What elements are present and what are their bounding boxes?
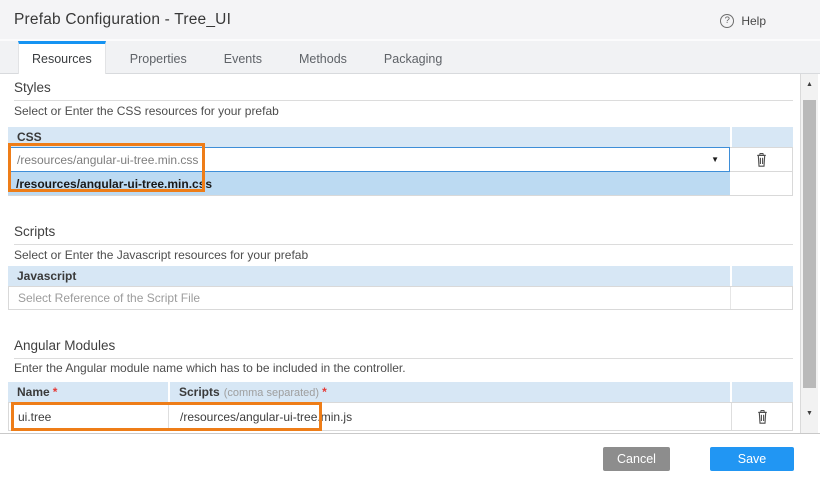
delete-module-button[interactable] [753,407,772,427]
required-marker: * [322,385,327,399]
delete-css-resource-button[interactable] [752,150,771,170]
scroll-down-arrow-icon[interactable]: ▼ [801,405,818,421]
angular-modules-table-header: Name* Scripts(comma separated)* [8,382,793,402]
javascript-column-header: Javascript [8,269,730,283]
javascript-row-action-cell [730,287,792,309]
help-button[interactable]: ? Help [720,0,766,41]
tab-packaging[interactable]: Packaging [371,41,455,73]
trash-icon [755,409,770,425]
css-row-action-cell [730,147,793,172]
css-resource-row: /resources/angular-ui-tree.min.css ▼ [8,147,793,172]
module-row-action-cell [731,403,792,430]
javascript-resource-input[interactable]: Select Reference of the Script File [9,287,730,309]
css-resource-select-value: /resources/angular-ui-tree.min.css [17,153,711,167]
javascript-resource-row: Select Reference of the Script File [8,286,793,310]
tab-methods[interactable]: Methods [286,41,360,73]
dialog-titlebar: Prefab Configuration - Tree_UI ? Help [0,0,820,41]
dialog-footer: Cancel Save [0,433,820,489]
scripts-section-description: Select or Enter the Javascript resources… [14,248,308,262]
help-icon: ? [720,14,734,28]
tab-properties[interactable]: Properties [117,41,200,73]
module-row: ui.tree /resources/angular-ui-tree.min.j… [8,402,793,431]
tab-resources[interactable]: Resources [18,41,106,74]
scrollbar-thumb[interactable] [803,100,816,388]
styles-section-description: Select or Enter the CSS resources for yo… [14,104,279,118]
trash-icon [754,152,769,168]
scripts-column-header: Scripts(comma separated)* [170,385,730,399]
chevron-down-icon: ▼ [711,155,719,164]
vertical-scrollbar[interactable]: ▲ ▼ [800,74,818,433]
resources-panel: Styles Select or Enter the CSS resources… [0,74,800,433]
css-resource-select[interactable]: /resources/angular-ui-tree.min.css ▼ [8,147,730,172]
cancel-button[interactable]: Cancel [603,447,670,471]
css-column-header: CSS [8,130,730,144]
scripts-section-heading: Scripts [14,224,793,245]
dialog-title: Prefab Configuration - Tree_UI [14,11,231,29]
name-column-header: Name* [8,385,168,399]
javascript-resources-table: Javascript Select Reference of the Scrip… [8,266,793,310]
angular-modules-section-heading: Angular Modules [14,338,793,359]
help-label: Help [741,14,766,28]
scripts-column-note: (comma separated) [224,387,319,399]
angular-modules-table: Name* Scripts(comma separated)* ui.tree … [8,382,793,431]
tab-bar: Resources Properties Events Methods Pack… [0,41,820,74]
angular-modules-section-description: Enter the Angular module name which has … [14,361,406,375]
css-dropdown-list: /resources/angular-ui-tree.min.css [8,172,793,195]
css-dropdown-option[interactable]: /resources/angular-ui-tree.min.css [8,172,730,195]
save-button[interactable]: Save [710,447,794,471]
css-resources-table: CSS /resources/angular-ui-tree.min.css ▼ [8,127,793,196]
css-table-header: CSS [8,127,793,147]
module-name-input[interactable]: ui.tree [9,403,169,430]
required-marker: * [53,385,58,399]
tab-events[interactable]: Events [211,41,275,73]
scroll-up-arrow-icon[interactable]: ▲ [801,76,818,92]
styles-section-heading: Styles [14,80,793,101]
module-scripts-input[interactable]: /resources/angular-ui-tree.min.js [169,403,731,430]
javascript-table-header: Javascript [8,266,793,286]
